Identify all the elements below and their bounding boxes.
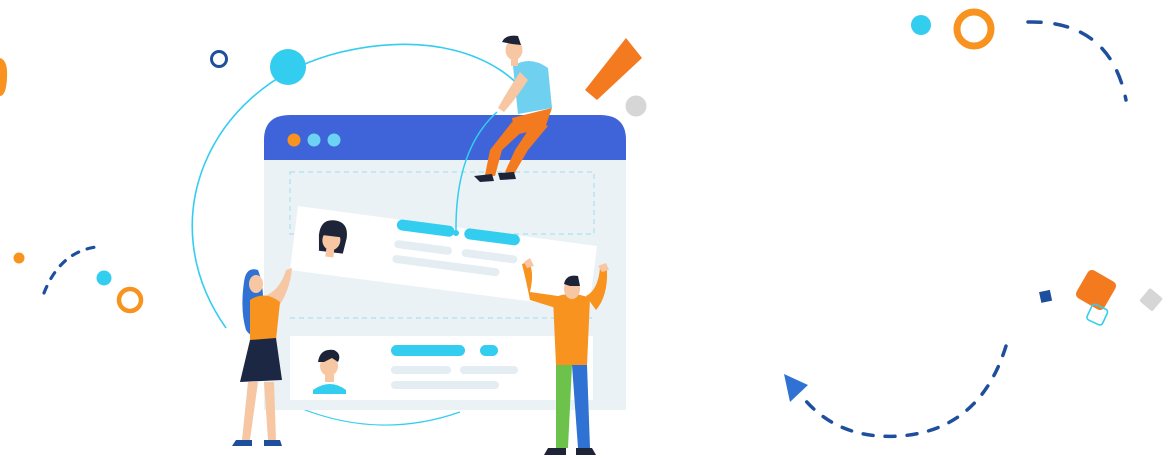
profile-card-bottom bbox=[290, 336, 593, 400]
orange-ring-right-icon bbox=[953, 8, 995, 50]
dashed-arc-bottom-right-icon bbox=[803, 344, 1008, 439]
right-decorations bbox=[784, 8, 1163, 439]
dashed-arc-left-icon bbox=[42, 245, 98, 295]
navy-ring-icon bbox=[210, 50, 228, 68]
cyan-dot-right-icon bbox=[911, 15, 931, 35]
card-bottom-line-3 bbox=[391, 381, 499, 389]
orange-dot-icon bbox=[13, 252, 25, 264]
orbit-arc-bottom-icon bbox=[299, 407, 461, 426]
window-dot-orange-icon bbox=[287, 133, 301, 147]
cyan-dot-left-icon bbox=[96, 270, 112, 286]
navy-square-icon bbox=[1039, 289, 1053, 303]
card-bottom-line-1 bbox=[391, 366, 451, 374]
card-bottom-bar-2 bbox=[480, 345, 498, 356]
team-collaboration-illustration bbox=[0, 8, 1163, 455]
dashed-arc-top-right-icon bbox=[1026, 20, 1128, 102]
orange-blob-edge-icon bbox=[0, 58, 8, 96]
gray-diamond-icon bbox=[1139, 288, 1163, 311]
window-dot-cyan-icon bbox=[307, 133, 321, 147]
card-bottom-line-2 bbox=[460, 366, 518, 374]
triangle-arrow-icon bbox=[784, 374, 808, 402]
left-decorations bbox=[0, 58, 144, 314]
gray-dot-icon bbox=[625, 95, 647, 117]
card-bottom-bar-1 bbox=[391, 345, 465, 356]
orange-slash-icon bbox=[585, 38, 642, 100]
hook-dot-icon bbox=[453, 230, 459, 236]
cyan-circle-icon bbox=[270, 49, 306, 85]
window-dot-cyan-2-icon bbox=[327, 133, 341, 147]
illustration-canvas bbox=[0, 0, 1172, 459]
orange-ring-left-icon bbox=[116, 286, 144, 314]
